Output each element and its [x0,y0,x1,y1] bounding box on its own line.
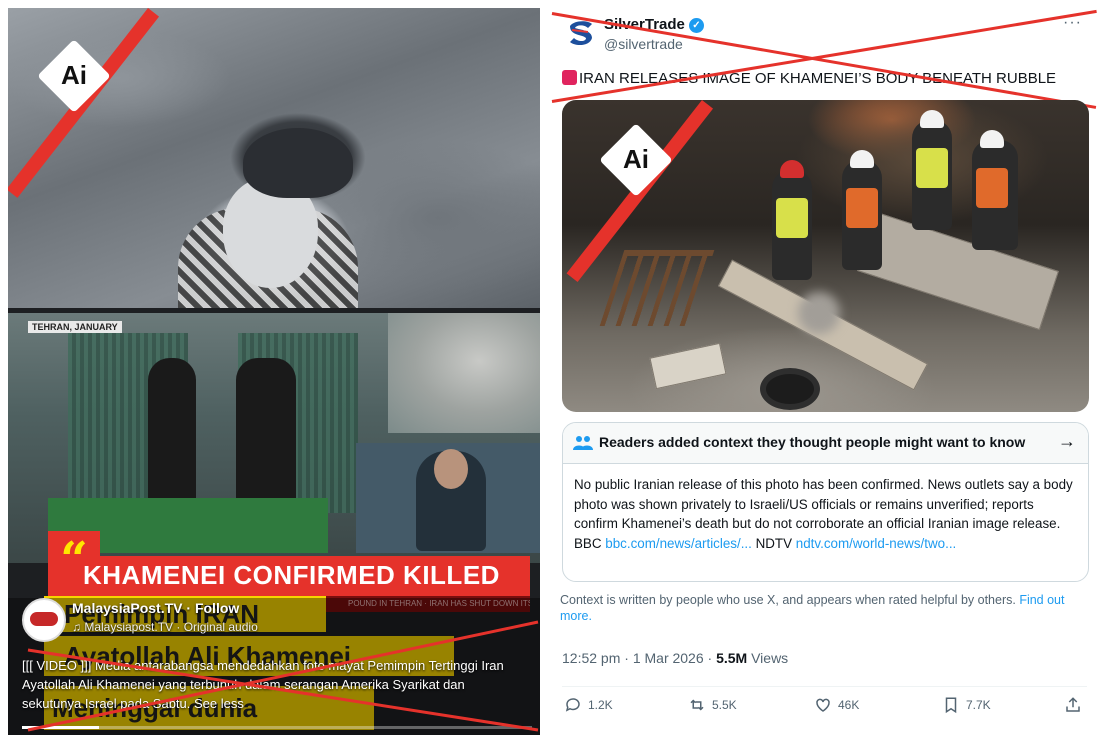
bookmark-button[interactable]: 7.7K [942,696,991,714]
community-note-body: No public Iranian release of this photo … [574,475,1079,553]
community-note-text: NDTV [751,535,796,551]
rubble-slab [649,342,727,390]
ai-badge-text: Ai [623,144,649,174]
bookmark-count: 7.7K [966,698,991,712]
helmet [850,150,874,168]
reply-button[interactable]: 1.2K [564,696,613,714]
time-text[interactable]: 12:52 pm · 1 Mar 2026 · [562,650,716,666]
tire [760,368,820,410]
cross-line [27,620,539,732]
siren-icon [562,70,577,85]
community-note-header[interactable]: Readers added context they thought peopl… [563,423,1088,464]
reel-screenshot: TEHRAN, JANUARY “ KHAMENEI CONFIRMED KIL… [8,8,540,735]
people-icon [573,436,593,450]
helmet [920,110,944,128]
repost-button[interactable]: 5.5K [688,696,737,714]
reply-count: 1.2K [588,698,613,712]
context-disclaimer: Context is written by people who use X, … [560,592,1080,624]
vest [916,148,948,188]
cross-line [27,648,539,732]
vest [846,188,878,228]
like-count: 46K [838,698,860,712]
tweet-timestamp[interactable]: 12:52 pm · 1 Mar 2026 · 5.5M Views [562,650,788,666]
share-button[interactable] [1064,696,1082,714]
rescue-worker [772,160,812,280]
repost-icon [690,699,704,711]
broken-chair [599,250,715,326]
tweet-image[interactable]: Ai [562,100,1089,412]
like-button[interactable]: 46K [814,696,859,714]
vest [976,168,1008,208]
rescue-worker [972,130,1018,250]
repost-count: 5.5K [712,698,737,712]
share-icon [1066,697,1080,712]
community-note: Readers added context they thought peopl… [562,422,1089,582]
arrow-right-icon[interactable]: → [1058,431,1076,452]
views-label: Views [747,650,789,666]
verified-icon: ✓ [688,18,704,33]
rescue-worker [842,150,882,270]
bookmark-icon [945,697,957,714]
silvertrade-logo-icon[interactable] [566,18,596,48]
community-note-title: Readers added context they thought peopl… [599,434,1026,450]
rubble-slab [857,211,1059,331]
helmet [980,130,1004,148]
cross-out-mark [27,620,539,732]
rescue-worker [912,110,952,230]
tweet-text: IRAN RELEASES IMAGE OF KHAMENEI’S BODY B… [562,70,1056,87]
cross-line [551,12,1097,109]
context-text: Context is written by people who use X, … [560,593,1020,607]
reply-icon [565,698,580,712]
bbc-link[interactable]: bbc.com/news/articles/... [605,536,752,551]
ndtv-link[interactable]: ndtv.com/world-news/two... [796,536,957,551]
views-count: 5.5M [716,650,748,666]
helmet [780,160,804,178]
vest [776,198,808,238]
divider [562,686,1087,687]
account-handle[interactable]: @silvertrade [604,36,683,52]
blurred-face [798,292,840,334]
tweet-card: SilverTrade ✓ @silvertrade ··· IRAN RELEA… [551,8,1097,735]
action-bar: 1.2K 5.5K 46K 7.7K [564,694,1084,718]
like-icon [816,698,830,712]
